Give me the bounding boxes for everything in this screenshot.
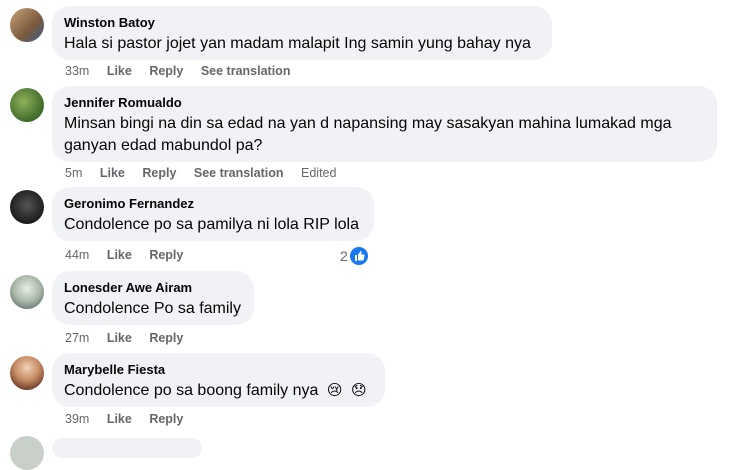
comment-bubble: Jennifer Romualdo Minsan bingi na din sa… <box>52 86 717 162</box>
reply-button[interactable]: Reply <box>142 166 176 180</box>
avatar[interactable] <box>10 88 44 122</box>
comment-author[interactable]: Geronimo Fernandez <box>64 195 362 212</box>
crying-face-icon: 😢 <box>326 382 343 399</box>
comment-author[interactable]: Lonesder Awe Airam <box>64 279 242 296</box>
comment-bubble: Winston Batoy Hala si pastor jojet yan m… <box>52 6 552 60</box>
like-button[interactable]: Like <box>100 166 125 180</box>
avatar[interactable] <box>10 436 44 470</box>
comment-timestamp[interactable]: 27m <box>65 331 89 345</box>
comment-author[interactable]: Marybelle Fiesta <box>64 361 373 378</box>
comment-bubble <box>52 438 202 458</box>
comment-bubble: Geronimo Fernandez Condolence po sa pami… <box>52 187 374 241</box>
see-translation-button[interactable]: See translation <box>201 64 291 78</box>
comment-actions: 27m Like Reply <box>65 331 197 345</box>
like-button[interactable]: Like <box>107 331 132 345</box>
comment-timestamp[interactable]: 5m <box>65 166 82 180</box>
comment-timestamp[interactable]: 39m <box>65 412 89 426</box>
edited-label[interactable]: Edited <box>301 166 336 180</box>
comment-author[interactable]: Winston Batoy <box>64 14 540 31</box>
comment-bubble: Marybelle Fiesta Condolence po sa boong … <box>52 353 385 407</box>
reply-button[interactable]: Reply <box>149 331 183 345</box>
comment-actions: 39m Like Reply <box>65 412 197 426</box>
comment-author[interactable]: Jennifer Romualdo <box>64 94 705 111</box>
reply-button[interactable]: Reply <box>149 64 183 78</box>
comment-text: Hala si pastor jojet yan madam malapit I… <box>64 35 531 52</box>
avatar[interactable] <box>10 356 44 390</box>
comment-text: Minsan bingi na din sa edad na yan d nap… <box>64 115 672 154</box>
like-reaction-icon <box>349 247 368 265</box>
like-button[interactable]: Like <box>107 248 132 262</box>
comment-text: Condolence Po sa family <box>64 300 241 317</box>
comment-timestamp[interactable]: 33m <box>65 64 89 78</box>
comment-text: Condolence po sa pamilya ni lola RIP lol… <box>64 216 359 233</box>
comment-text-body: Condolence po sa boong family nya <box>64 382 319 400</box>
comment-actions: 33m Like Reply See translation <box>65 64 304 78</box>
comment-actions: 5m Like Reply See translation Edited <box>65 166 350 180</box>
reply-button[interactable]: Reply <box>149 248 183 262</box>
reply-button[interactable]: Reply <box>149 412 183 426</box>
comment-text: Condolence po sa boong family nya 😢 😞 <box>64 380 373 402</box>
comment-actions: 44m Like Reply <box>65 248 197 262</box>
like-button[interactable]: Like <box>107 412 132 426</box>
avatar[interactable] <box>10 8 44 42</box>
reaction-number: 2 <box>340 248 348 264</box>
like-button[interactable]: Like <box>107 64 132 78</box>
comment-bubble: Lonesder Awe Airam Condolence Po sa fami… <box>52 271 254 325</box>
avatar[interactable] <box>10 190 44 224</box>
disappointed-face-icon: 😞 <box>350 382 367 399</box>
avatar[interactable] <box>10 275 44 309</box>
reaction-count[interactable]: 2 <box>340 247 368 265</box>
see-translation-button[interactable]: See translation <box>194 166 284 180</box>
comment-timestamp[interactable]: 44m <box>65 248 89 262</box>
